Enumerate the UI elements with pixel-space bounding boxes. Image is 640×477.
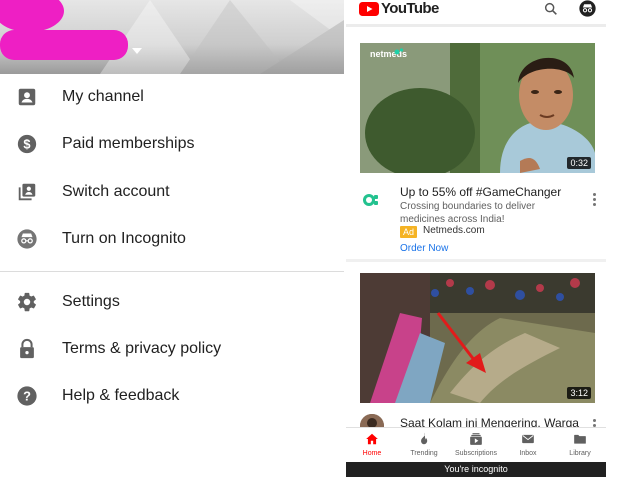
library-icon — [574, 434, 586, 444]
ad-title[interactable]: Up to 55% off #GameChanger — [400, 185, 561, 199]
nav-label: Subscriptions — [454, 450, 498, 457]
account-header[interactable] — [0, 0, 344, 74]
video-duration: 3:12 — [567, 387, 591, 399]
lock-icon — [20, 338, 34, 359]
menu-item-my-channel[interactable]: My channel — [0, 75, 344, 121]
gear-icon — [18, 292, 36, 312]
account-box-icon — [18, 88, 36, 106]
menu-item-switch-account[interactable]: Switch account — [0, 170, 344, 216]
ad-badge: Ad — [400, 226, 418, 238]
switch-account-icon — [18, 183, 36, 201]
menu-item-label: Help & feedback — [62, 387, 180, 404]
menu-item-label: Terms & privacy policy — [62, 340, 222, 357]
nav-label: Trending — [410, 450, 438, 457]
ad-thumbnail-image — [360, 43, 595, 173]
help-circle-icon: ? — [17, 386, 37, 406]
order-now-link[interactable]: Order Now — [400, 243, 448, 254]
menu-item-settings[interactable]: Settings — [0, 280, 344, 326]
menu-item-paid-memberships[interactable]: $ Paid memberships — [0, 122, 344, 168]
inbox-icon — [522, 434, 534, 444]
video-duration: 0:32 — [567, 157, 591, 169]
ad-video-thumbnail[interactable]: netmeds 0:32 — [360, 43, 595, 173]
bottom-navigation: Home Trending Subscriptions Inbox Librar… — [346, 427, 606, 462]
advertiser-logo-icon[interactable] — [360, 189, 382, 211]
youtube-top-bar: YouTube — [346, 0, 606, 24]
ad-domain: Netmeds.com — [423, 225, 485, 236]
nav-library[interactable]: Library — [554, 428, 606, 462]
nav-inbox[interactable]: Inbox — [502, 428, 554, 462]
video-thumbnail[interactable]: 3:12 — [360, 273, 595, 403]
account-name-redacted — [0, 30, 128, 60]
menu-item-label: Switch account — [62, 183, 170, 200]
svg-text:$: $ — [23, 137, 30, 152]
home-icon — [366, 433, 378, 445]
video-thumbnail-image — [360, 273, 595, 403]
menu-item-label: Paid memberships — [62, 135, 195, 152]
menu-item-terms-privacy[interactable]: Terms & privacy policy — [0, 327, 344, 373]
incognito-avatar-icon[interactable] — [579, 0, 596, 17]
nav-label: Home — [362, 450, 382, 457]
feed-divider — [346, 259, 606, 262]
flame-icon — [421, 432, 428, 445]
incognito-icon — [17, 229, 37, 249]
netmeds-logo-icon — [394, 48, 404, 55]
account-menu-panel: My channel $ Paid memberships Switch acc… — [0, 0, 344, 477]
menu-divider — [0, 271, 344, 272]
menu-item-label: Settings — [62, 293, 120, 310]
ad-description: Crossing boundaries to deliver medicines… — [400, 201, 536, 225]
svg-text:?: ? — [23, 389, 31, 404]
dollar-circle-icon: $ — [17, 134, 37, 154]
account-dropdown-caret-icon[interactable] — [132, 48, 142, 54]
nav-subscriptions[interactable]: Subscriptions — [450, 428, 502, 462]
ad-more-options-icon[interactable] — [593, 193, 597, 208]
youtube-logo-icon[interactable] — [359, 2, 379, 16]
nav-trending[interactable]: Trending — [398, 428, 450, 462]
top-bar-divider — [346, 24, 606, 27]
menu-item-label: Turn on Incognito — [62, 230, 186, 247]
nav-label: Library — [569, 450, 591, 457]
incognito-status-bar: You're incognito — [346, 462, 606, 477]
search-icon[interactable] — [543, 1, 559, 17]
youtube-app: YouTube netmeds 0:32 Up to 55% off #Game… — [346, 0, 606, 477]
subscriptions-icon — [470, 433, 482, 445]
menu-item-incognito[interactable]: Turn on Incognito — [0, 217, 344, 263]
menu-item-label: My channel — [62, 88, 144, 105]
nav-home[interactable]: Home — [346, 428, 398, 462]
menu-item-help-feedback[interactable]: ? Help & feedback — [0, 374, 344, 420]
youtube-wordmark[interactable]: YouTube — [381, 0, 439, 17]
nav-label: Inbox — [519, 450, 537, 457]
